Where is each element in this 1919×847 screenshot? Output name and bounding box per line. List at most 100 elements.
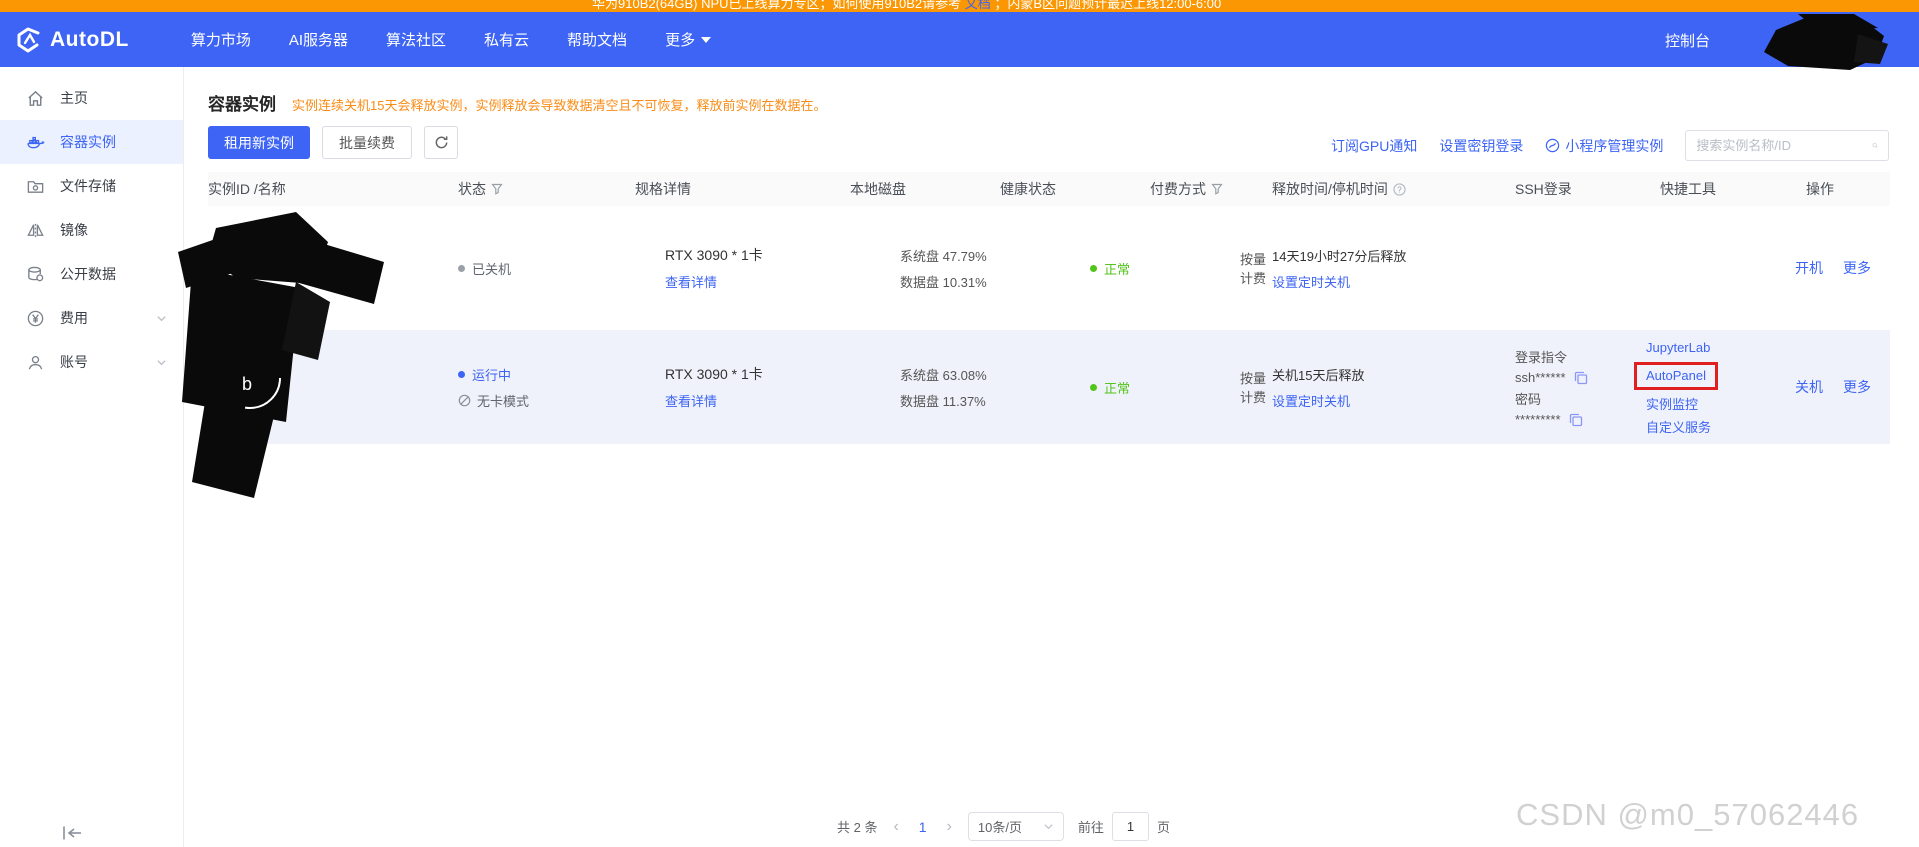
announcement-link[interactable]: 文档	[965, 0, 991, 11]
schedule-shutdown-link[interactable]: 设置定时关机	[1272, 272, 1515, 291]
sidebar-item-label: 费用	[60, 310, 88, 326]
page-title: 容器实例	[208, 95, 276, 114]
col-header-spec: 规格详情	[635, 181, 691, 197]
cell-spec: RTX 3090 * 1卡 查看详情	[635, 206, 850, 330]
collapse-sidebar-icon[interactable]	[62, 825, 82, 841]
nav-item-ai-server[interactable]: AI服务器	[289, 29, 348, 50]
yen-circle-icon	[27, 310, 44, 326]
health-dot	[1090, 383, 1097, 391]
batch-renew-button[interactable]: 批量续费	[322, 126, 412, 159]
jupyterlab-link[interactable]: JupyterLab	[1634, 338, 1776, 357]
announcement-banner: 华为910B2(64GB) NPU已上线算力专区；如何使用910B2请参考 文档…	[0, 0, 1919, 12]
sidebar: 主页 容器实例 文件存储 镜像 公开数据 费用 账号	[0, 67, 184, 847]
rent-new-instance-button[interactable]: 租用新实例	[208, 126, 310, 159]
goto-page-input[interactable]	[1111, 812, 1149, 841]
search-icon[interactable]	[1872, 138, 1878, 153]
autodl-logo-icon	[17, 27, 40, 52]
sidebar-item-home[interactable]: 主页	[0, 76, 183, 120]
sidebar-item-label: 文件存储	[60, 178, 116, 194]
next-page-button[interactable]: ›	[945, 818, 954, 836]
redacted-avatar-scribble	[1764, 14, 1888, 70]
console-link[interactable]: 控制台	[1665, 30, 1710, 51]
col-header-health: 健康状态	[1000, 181, 1056, 197]
health-dot	[1090, 264, 1097, 272]
instance-search-box[interactable]	[1685, 130, 1890, 161]
chevron-down-icon	[157, 315, 166, 321]
cell-billing: 按量计费	[1240, 371, 1267, 405]
cell-release: 关机15天后释放 设置定时关机	[1272, 330, 1515, 444]
nav-menu: 算力市场 AI服务器 算法社区 私有云 帮助文档 更多	[191, 29, 712, 50]
status-dot	[458, 370, 465, 378]
cell-health: 正常	[1000, 330, 1150, 444]
sidebar-item-billing[interactable]: 费用	[0, 296, 183, 340]
help-icon[interactable]: ?	[1393, 182, 1406, 196]
subscribe-gpu-notify-link[interactable]: 订阅GPU通知	[1331, 136, 1417, 156]
autopanel-link[interactable]: AutoPanel	[1646, 368, 1706, 383]
user-icon	[28, 355, 43, 369]
power-on-link[interactable]: 开机	[1795, 258, 1823, 278]
sidebar-item-file-storage[interactable]: 文件存储	[0, 164, 183, 208]
schedule-shutdown-link[interactable]: 设置定时关机	[1272, 391, 1515, 410]
more-link[interactable]: 更多	[1843, 377, 1871, 397]
nav-item-more[interactable]: 更多	[665, 29, 712, 50]
view-detail-link[interactable]: 查看详情	[665, 391, 850, 410]
instance-table: 实例ID /名称 状态 规格详情 本地磁盘 健康状态 付费方式 释放时间/停机时…	[208, 172, 1890, 444]
more-link[interactable]: 更多	[1843, 258, 1871, 278]
col-header-tools: 快捷工具	[1660, 181, 1716, 197]
nav-item-market[interactable]: 算力市场	[191, 29, 251, 50]
col-header-ssh: SSH登录	[1515, 181, 1572, 197]
table-header-row: 实例ID /名称 状态 规格详情 本地磁盘 健康状态 付费方式 释放时间/停机时…	[208, 172, 1890, 206]
total-count: 共 2 条	[837, 820, 878, 835]
table-row: 已关机 RTX 3090 * 1卡 查看详情 系统盘 47.79% 数据盘 10…	[208, 206, 1890, 330]
refresh-icon	[435, 136, 447, 149]
cell-spec: RTX 3090 * 1卡 查看详情	[635, 330, 850, 444]
col-header-disk: 本地磁盘	[850, 181, 906, 197]
cell-ssh	[1515, 206, 1660, 330]
power-off-link[interactable]: 关机	[1795, 377, 1823, 397]
filter-icon[interactable]	[1211, 183, 1223, 195]
sidebar-item-label: 主页	[60, 90, 88, 106]
sidebar-item-images[interactable]: 镜像	[0, 208, 183, 252]
instance-name-fragment[interactable]: 机	[300, 230, 314, 250]
refresh-button[interactable]	[424, 126, 458, 159]
cell-tools	[1660, 206, 1776, 330]
copy-icon[interactable]	[1574, 371, 1588, 385]
copy-icon[interactable]	[1569, 413, 1583, 427]
search-input[interactable]	[1696, 138, 1873, 153]
col-header-billing: 付费方式	[1150, 179, 1272, 199]
home-icon	[28, 90, 43, 106]
sidebar-item-label: 公开数据	[60, 266, 116, 282]
nav-item-docs[interactable]: 帮助文档	[567, 29, 627, 50]
sidebar-item-label: 镜像	[60, 222, 88, 238]
page-size-select[interactable]: 10条/页	[967, 812, 1064, 841]
cell-billing: 按量计费	[1240, 252, 1267, 286]
col-header-status: 状态	[458, 179, 635, 199]
cell-disk: 系统盘 47.79% 数据盘 10.31%	[900, 248, 987, 290]
set-key-login-link[interactable]: 设置密钥登录	[1439, 136, 1523, 156]
sidebar-item-account[interactable]: 账号	[0, 340, 183, 384]
goto-label: 前往	[1077, 820, 1104, 835]
view-detail-link[interactable]: 查看详情	[665, 272, 850, 291]
prev-page-button[interactable]: ‹	[891, 818, 900, 836]
cell-actions: 开机 更多	[1776, 206, 1890, 330]
svg-text:?: ?	[1397, 185, 1402, 194]
cell-tools: JupyterLab AutoPanel 实例监控 自定义服务	[1634, 330, 1776, 444]
nav-item-private-cloud[interactable]: 私有云	[484, 29, 529, 50]
container-whale-icon	[27, 136, 45, 148]
sidebar-item-public-data[interactable]: 公开数据	[0, 252, 183, 296]
sidebar-item-instances[interactable]: 容器实例	[0, 120, 183, 164]
custom-service-link[interactable]: 自定义服务	[1634, 418, 1776, 437]
miniprogram-manage-link[interactable]: 小程序管理实例	[1545, 136, 1663, 156]
no-gpu-mode-icon	[458, 394, 471, 406]
nav-item-community[interactable]: 算法社区	[386, 29, 446, 50]
top-navbar: AutoDL 算力市场 AI服务器 算法社区 私有云 帮助文档 更多 控制台	[0, 12, 1919, 67]
sidebar-item-label: 容器实例	[60, 134, 116, 150]
chevron-down-icon	[1044, 824, 1053, 830]
cell-health: 正常	[1000, 206, 1150, 330]
announcement-text: 华为910B2(64GB) NPU已上线算力专区；如何使用910B2请参考 文档…	[592, 0, 1221, 12]
cell-release: 14天19小时27分后释放 设置定时关机	[1272, 206, 1515, 330]
page-number[interactable]: 1	[915, 819, 931, 835]
instance-monitor-link[interactable]: 实例监控	[1634, 395, 1776, 414]
filter-icon[interactable]	[491, 183, 503, 195]
brand-logo[interactable]: AutoDL	[14, 26, 129, 54]
